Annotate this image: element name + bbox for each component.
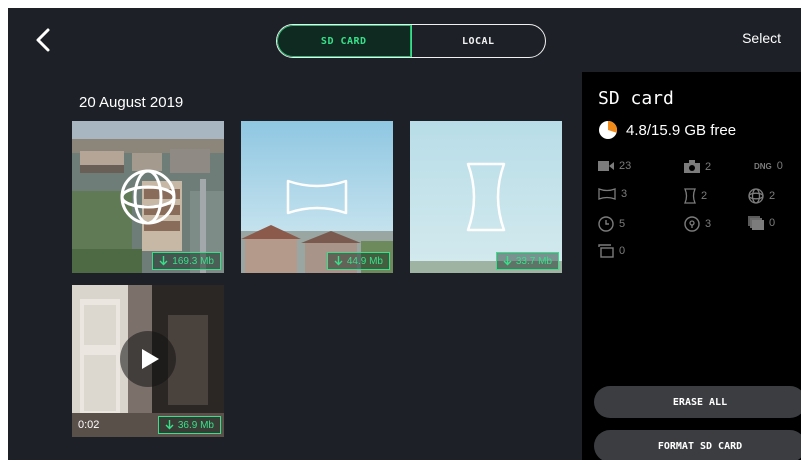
vertical-panorama-icon (466, 162, 506, 232)
file-size: 36.9 Mb (177, 419, 214, 431)
panel-title: SD card (598, 88, 674, 109)
storage-free-text: 4.8/15.9 GB free (626, 121, 737, 139)
stat-burst: 0 (748, 216, 775, 230)
sphere-icon (748, 188, 764, 204)
stat-hyperlapse: 3 (684, 216, 711, 232)
storage-pie-icon (599, 121, 618, 139)
media-thumbnail-panorama[interactable]: 44.9 Mb (241, 121, 393, 273)
stat-sphere: 2 (748, 188, 775, 204)
file-size-badge: 33.7 Mb (495, 252, 559, 270)
dng-icon: DNG (754, 161, 772, 171)
download-icon (165, 420, 174, 430)
sphere-icon (120, 169, 176, 225)
media-thumbnail-vertical-panorama[interactable]: 33.7 Mb (410, 121, 562, 273)
select-button[interactable]: Select (742, 30, 781, 46)
chevron-left-icon (36, 28, 50, 52)
stat-bracket-count: 0 (619, 245, 626, 257)
stat-bracket: 0 (598, 244, 625, 258)
file-size: 169.3 Mb (172, 255, 214, 267)
back-button[interactable] (30, 26, 58, 54)
erase-all-button[interactable]: ERASE ALL (594, 386, 801, 418)
media-thumbnail-video[interactable]: 0:02 36.9 Mb (72, 285, 224, 437)
file-size-badge: 36.9 Mb (157, 416, 221, 434)
media-thumbnail-sphere[interactable]: 169.3 Mb (72, 121, 224, 273)
clock-icon (598, 216, 614, 232)
stat-vertical-panorama: 2 (684, 188, 707, 204)
download-icon (334, 256, 343, 266)
stat-panorama: 3 (598, 188, 627, 200)
stat-video-count: 23 (619, 160, 632, 172)
stat-sphere-count: 2 (769, 190, 776, 202)
play-button[interactable] (120, 331, 176, 387)
bracket-icon (598, 244, 614, 258)
video-duration: 0:02 (78, 419, 100, 431)
camera-icon (684, 160, 700, 173)
location-clock-icon (684, 216, 700, 232)
stat-timelapse: 5 (598, 216, 625, 232)
format-sd-card-button[interactable]: FORMAT SD CARD (594, 430, 801, 460)
stat-timelapse-count: 5 (619, 218, 626, 230)
play-icon (142, 349, 159, 369)
stat-photo-count: 2 (705, 160, 712, 173)
source-toggle: SD CARD LOCAL (276, 24, 546, 58)
tab-sd-card[interactable]: SD CARD (277, 25, 412, 57)
stat-hyperlapse-count: 3 (705, 218, 712, 230)
download-icon (159, 256, 168, 266)
storage-row: 4.8/15.9 GB free (598, 120, 736, 140)
vertical-panorama-icon (684, 188, 696, 204)
sd-card-panel: SD card 4.8/15.9 GB free 23 2 DNG 0 3 2 … (582, 72, 801, 460)
file-size: 33.7 Mb (515, 255, 552, 267)
top-bar: SD CARD LOCAL Select (8, 8, 801, 72)
burst-icon (748, 216, 764, 230)
stat-burst-count: 0 (769, 217, 776, 229)
stat-dng-count: 0 (776, 160, 783, 172)
stat-dng: DNG 0 (754, 160, 783, 172)
tab-local[interactable]: LOCAL (412, 25, 546, 57)
stat-video: 23 (598, 160, 631, 172)
stat-photo: 2 (684, 160, 711, 173)
file-size-badge: 44.9 Mb (326, 252, 390, 270)
stat-vertical-panorama-count: 2 (701, 190, 708, 202)
panorama-icon (598, 188, 616, 200)
panorama-icon (286, 179, 348, 215)
stat-panorama-count: 3 (621, 188, 628, 200)
download-icon (503, 256, 512, 266)
app-screen: SD CARD LOCAL Select 20 August 2019 169.… (8, 8, 801, 460)
file-size: 44.9 Mb (346, 255, 383, 267)
video-camera-icon (598, 161, 614, 171)
file-size-badge: 169.3 Mb (152, 252, 221, 270)
date-heading: 20 August 2019 (79, 94, 184, 111)
